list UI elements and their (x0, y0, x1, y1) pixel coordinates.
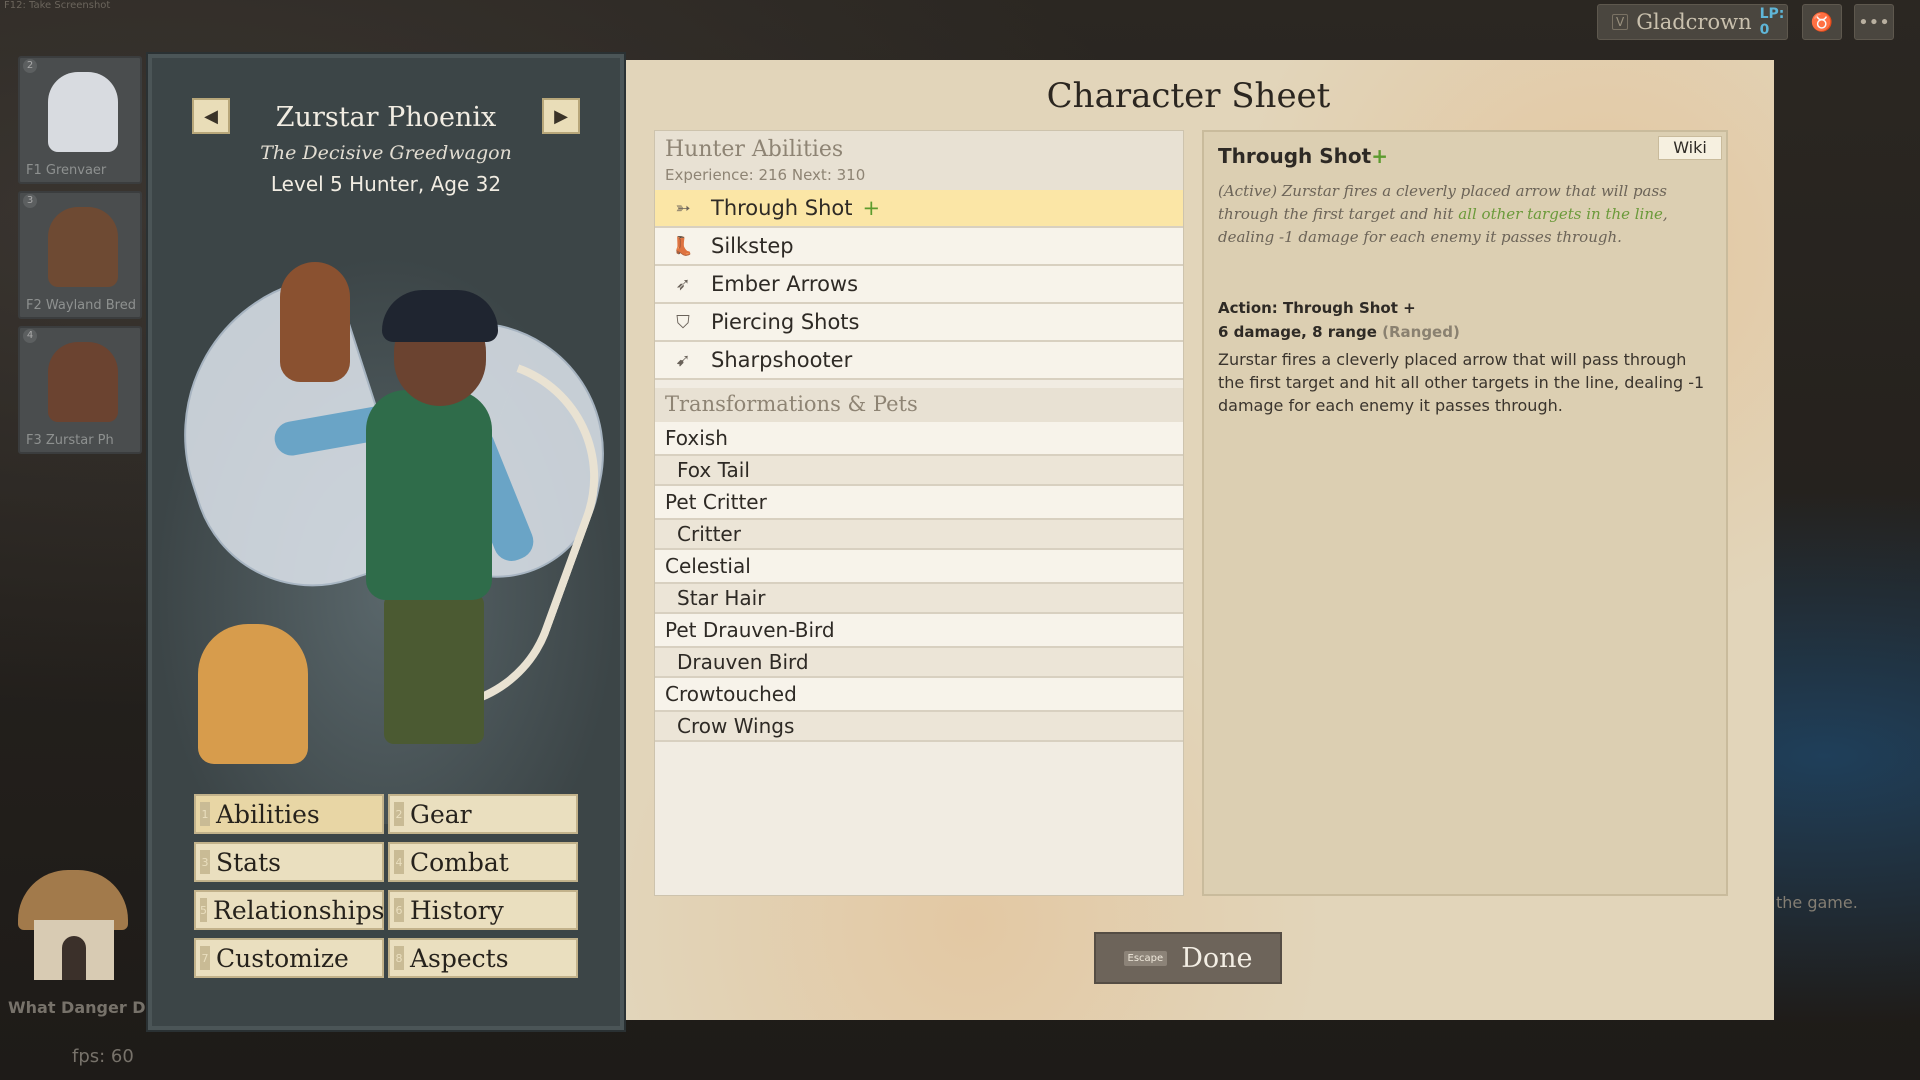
skeleton-portrait (48, 72, 118, 152)
transform-item[interactable]: Pet Drauven-Bird (655, 614, 1183, 648)
ability-item[interactable]: ⛉ Piercing Shots (655, 304, 1183, 342)
menu-button[interactable]: ••• (1854, 4, 1894, 40)
sheet-title: Character Sheet (1046, 76, 1331, 116)
detail-action: Action: Through Shot + 6 damage, 8 range… (1218, 299, 1460, 341)
tab-history[interactable]: 6 History (388, 890, 578, 930)
ability-label: Silkstep (711, 234, 794, 258)
screenshot-hint: F12: Take Screenshot (4, 0, 111, 11)
creature-button[interactable]: ♉ (1802, 4, 1842, 40)
background-hint-text: the game. (1776, 893, 1858, 912)
tab-stats[interactable]: 3 Stats (194, 842, 384, 882)
transform-item[interactable]: Crowtouched (655, 678, 1183, 712)
wiki-button[interactable]: Wiki (1658, 136, 1722, 160)
character-portrait (142, 254, 632, 824)
hawk-pet (280, 262, 350, 382)
ability-label: Piercing Shots (711, 310, 860, 334)
party-member-2[interactable]: 3 F2 Wayland Bred (18, 191, 142, 319)
party-label: F3 Zurstar Ph (26, 433, 114, 448)
transforms-header: Transformations & Pets (655, 388, 1183, 422)
transform-sub-item[interactable]: Fox Tail (655, 456, 1183, 486)
transform-sub-item[interactable]: Star Hair (655, 584, 1183, 614)
abilities-list: Hunter Abilities Experience: 216 Next: 3… (654, 130, 1184, 896)
character-panel: ◀ ▶ Zurstar Phoenix The Decisive Greedwa… (142, 52, 632, 1032)
party-hotkey: 2 (23, 59, 37, 73)
arrow-icon: ➳ (675, 197, 691, 219)
party-hotkey: 3 (23, 194, 37, 208)
character-epithet: The Decisive Greedwagon (260, 142, 512, 164)
character-name: Zurstar Phoenix (275, 102, 497, 133)
upgrade-plus: + (862, 196, 881, 220)
ability-item[interactable]: ➹ Sharpshooter (655, 342, 1183, 380)
ability-label: Sharpshooter (711, 348, 853, 372)
ability-detail-panel: Wiki Through Shot+ (Active) Zurstar fire… (1202, 130, 1728, 896)
transform-sub-item[interactable]: Crow Wings (655, 712, 1183, 742)
more-icon: ••• (1858, 11, 1890, 33)
transform-sub-item[interactable]: Drauven Bird (655, 648, 1183, 678)
abilities-header: Hunter Abilities Experience: 216 Next: 3… (655, 131, 1183, 190)
wayland-portrait (48, 207, 118, 287)
experience-text: Experience: 216 Next: 310 (665, 166, 866, 184)
fps-counter: fps: 60 (72, 1046, 134, 1067)
creature-icon: ♉ (1810, 11, 1834, 33)
realm-button[interactable]: V Gladcrown LP: 0 (1597, 4, 1788, 40)
zurstar-portrait (48, 342, 118, 422)
character-tabs: 1 Abilities 2 Gear 3 Stats 4 Combat 5 Relatio… (194, 794, 578, 978)
tab-relationships[interactable]: 5 Relationships (194, 890, 384, 930)
critter-pet (198, 624, 308, 764)
quest-tracker[interactable]: What Danger D (0, 992, 150, 1026)
ability-label: Ember Arrows (711, 272, 859, 296)
ability-label: Through Shot (711, 196, 853, 220)
escape-key-hint: Escape (1123, 950, 1168, 966)
tab-customize[interactable]: 7 Customize (194, 938, 384, 978)
ability-item[interactable]: ➳ Through Shot + (655, 190, 1183, 228)
realm-hotkey: V (1612, 14, 1629, 30)
character-details: Level 5 Hunter, Age 32 (270, 172, 502, 196)
shield-icon: ⛉ (676, 311, 690, 333)
boot-icon: 👢 (671, 235, 695, 257)
party-label: F2 Wayland Bred (26, 298, 136, 313)
lp-counter: LP: 0 (1759, 6, 1785, 38)
party-label: F1 Grenvaer (26, 163, 107, 178)
tab-gear[interactable]: 2 Gear (388, 794, 578, 834)
ability-item[interactable]: ➶ Ember Arrows (655, 266, 1183, 304)
party-member-1[interactable]: 2 F1 Grenvaer (18, 56, 142, 184)
transform-item[interactable]: Foxish (655, 422, 1183, 456)
party-hotkey: 4 (23, 329, 37, 343)
transform-sub-item[interactable]: Critter (655, 520, 1183, 550)
character-sheet-panel: Character Sheet Hunter Abilities Experie… (626, 60, 1774, 1020)
done-button[interactable]: Escape Done (1094, 932, 1282, 984)
detail-description: (Active) Zurstar fires a cleverly placed… (1218, 182, 1668, 246)
tab-combat[interactable]: 4 Combat (388, 842, 578, 882)
tab-abilities[interactable]: 1 Abilities (194, 794, 384, 834)
detail-title: Through Shot+ (1218, 144, 1388, 168)
detail-body: Zurstar fires a cleverly placed arrow th… (1218, 350, 1705, 415)
transform-item[interactable]: Celestial (655, 550, 1183, 584)
party-member-3[interactable]: 4 F3 Zurstar Ph (18, 326, 142, 454)
house-icon (18, 850, 128, 990)
transform-item[interactable]: Pet Critter (655, 486, 1183, 520)
tab-aspects[interactable]: 8 Aspects (388, 938, 578, 978)
bow-icon: ➹ (675, 349, 691, 371)
realm-name: Gladcrown (1636, 10, 1752, 34)
ability-item[interactable]: 👢 Silkstep (655, 228, 1183, 266)
fire-arrow-icon: ➶ (675, 273, 691, 295)
